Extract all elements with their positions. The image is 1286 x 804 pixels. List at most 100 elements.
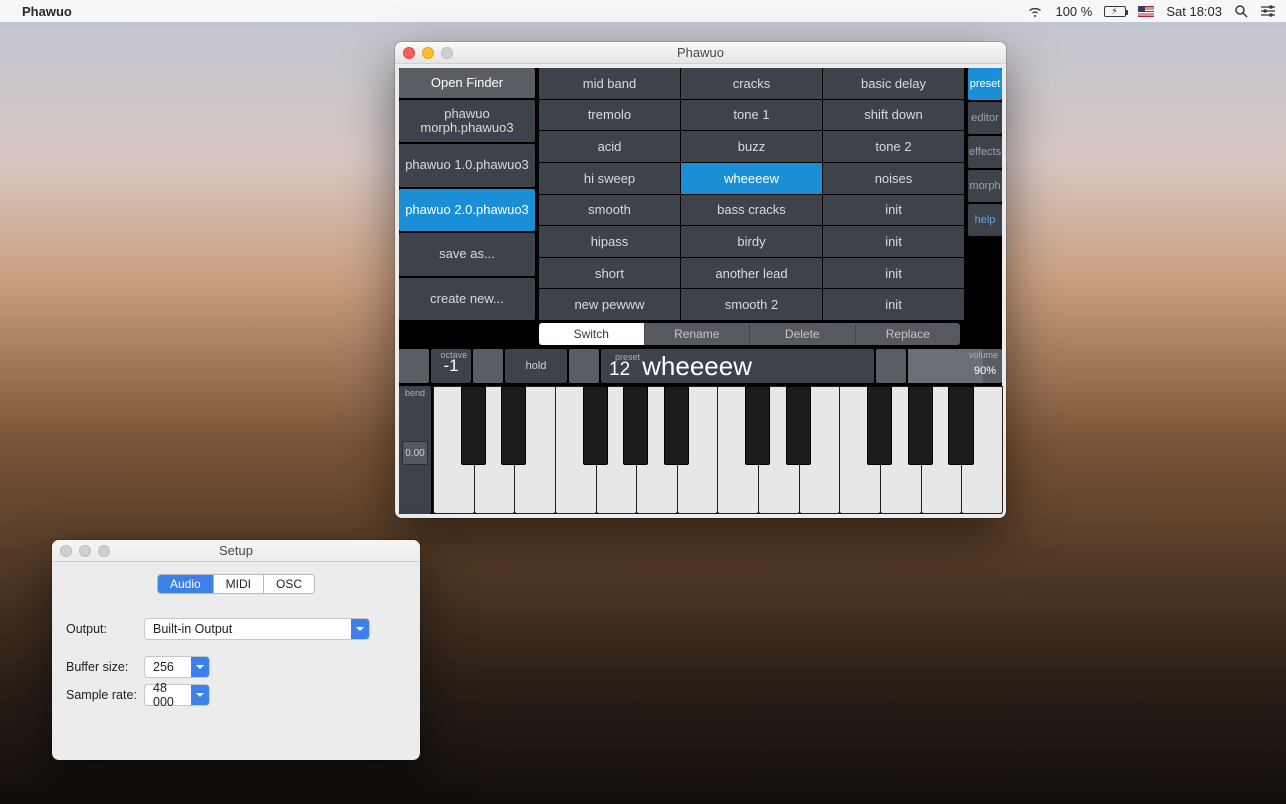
volume-slider[interactable]: volume 90% — [908, 349, 1002, 383]
preset-cell[interactable]: noises — [823, 163, 964, 194]
preset-cell[interactable]: cracks — [681, 68, 822, 99]
input-language-icon[interactable] — [1138, 6, 1154, 17]
open-finder-button[interactable]: Open Finder — [399, 68, 535, 98]
preset-next-button[interactable] — [876, 349, 906, 383]
zoom-icon — [441, 47, 453, 59]
sidebar-file[interactable]: phawuo 2.0.phawuo3 — [399, 189, 535, 231]
preset-cell[interactable]: acid — [539, 131, 680, 162]
delete-button[interactable]: Delete — [750, 323, 856, 345]
black-key[interactable] — [583, 386, 608, 465]
tab-morph[interactable]: morph — [968, 170, 1002, 202]
preset-cell[interactable]: wheeeew — [681, 163, 822, 194]
clock[interactable]: Sat 18:03 — [1166, 4, 1222, 19]
minimize-icon[interactable] — [422, 47, 434, 59]
preset-cell[interactable]: mid band — [539, 68, 680, 99]
preset-cell[interactable]: basic delay — [823, 68, 964, 99]
tab-editor[interactable]: editor — [968, 102, 1002, 134]
preset-cell[interactable]: init — [823, 195, 964, 226]
preset-display: preset 12 wheeeew — [601, 349, 874, 383]
black-key[interactable] — [461, 386, 486, 465]
file-sidebar: Open Finder phawuo morph.phawuo3 phawuo … — [399, 68, 535, 320]
volume-value: 90% — [974, 365, 996, 377]
pitch-bend-strip[interactable]: bend 0.00 — [399, 386, 431, 514]
black-key[interactable] — [867, 386, 892, 465]
switch-button[interactable]: Switch — [539, 323, 645, 345]
bend-value: 0.00 — [402, 441, 428, 465]
preset-cell[interactable]: bass cracks — [681, 195, 822, 226]
black-key[interactable] — [745, 386, 770, 465]
titlebar[interactable]: Phawuo — [395, 42, 1006, 64]
preset-cell[interactable]: short — [539, 258, 680, 289]
battery-percent: 100 % — [1055, 4, 1092, 19]
preset-cell[interactable]: hi sweep — [539, 163, 680, 194]
rename-button[interactable]: Rename — [645, 323, 751, 345]
buffer-size-select[interactable]: 256 — [144, 656, 210, 678]
chevron-down-icon — [351, 619, 369, 639]
black-key[interactable] — [501, 386, 526, 465]
macos-menubar: Phawuo 100 % ⚡︎ Sat 18:03 — [0, 0, 1286, 22]
preset-cell[interactable]: birdy — [681, 226, 822, 257]
app-menu[interactable]: Phawuo — [22, 4, 72, 19]
volume-label: volume — [969, 350, 998, 360]
control-strip: octave -1 hold preset 12 wheeeew volume … — [399, 349, 1002, 383]
tab-audio[interactable]: Audio — [158, 575, 214, 593]
zoom-icon — [98, 545, 110, 557]
preset-cell[interactable]: init — [823, 258, 964, 289]
octave-down-button[interactable] — [399, 349, 429, 383]
preset-cell[interactable]: smooth 2 — [681, 289, 822, 320]
black-key[interactable] — [623, 386, 648, 465]
spotlight-icon[interactable] — [1234, 4, 1248, 18]
preset-name: wheeeew — [642, 351, 752, 382]
close-icon[interactable] — [403, 47, 415, 59]
panel-tabs: preset editor effects morph help — [968, 68, 1002, 320]
create-new-button[interactable]: create new... — [399, 278, 535, 320]
wifi-icon[interactable] — [1027, 5, 1043, 17]
preset-cell[interactable]: tremolo — [539, 100, 680, 131]
tab-effects[interactable]: effects — [968, 136, 1002, 168]
piano-keyboard — [433, 386, 1002, 514]
tab-help[interactable]: help — [968, 204, 1002, 236]
preset-cell[interactable]: hipass — [539, 226, 680, 257]
preset-cell[interactable]: shift down — [823, 100, 964, 131]
preset-cell[interactable]: tone 1 — [681, 100, 822, 131]
octave-up-button[interactable] — [473, 349, 503, 383]
bend-label: bend — [399, 388, 431, 398]
tab-preset[interactable]: preset — [968, 68, 1002, 100]
preset-action-bar: Switch Rename Delete Replace — [539, 323, 960, 345]
setup-tabs: Audio MIDI OSC — [157, 574, 315, 594]
black-key[interactable] — [948, 386, 973, 465]
close-icon[interactable] — [60, 545, 72, 557]
black-key[interactable] — [908, 386, 933, 465]
preset-grid: mid bandcracksbasic delaytremolotone 1sh… — [539, 68, 964, 320]
octave-display: octave -1 — [431, 349, 471, 383]
sidebar-file[interactable]: phawuo 1.0.phawuo3 — [399, 144, 535, 186]
preset-cell[interactable]: new pewww — [539, 289, 680, 320]
control-center-icon[interactable] — [1260, 5, 1276, 17]
sidebar-file[interactable]: phawuo morph.phawuo3 — [399, 100, 535, 142]
buffer-label: Buffer size: — [66, 660, 144, 674]
preset-cell[interactable]: init — [823, 226, 964, 257]
chevron-down-icon — [191, 657, 209, 677]
minimize-icon — [79, 545, 91, 557]
hold-button[interactable]: hold — [505, 349, 567, 383]
preset-cell[interactable]: another lead — [681, 258, 822, 289]
output-select[interactable]: Built-in Output — [144, 618, 370, 640]
output-label: Output: — [66, 622, 144, 636]
sample-rate-select[interactable]: 48 000 — [144, 684, 210, 706]
replace-button[interactable]: Replace — [856, 323, 961, 345]
titlebar[interactable]: Setup — [52, 540, 420, 562]
preset-cell[interactable]: smooth — [539, 195, 680, 226]
phawuo-window: Phawuo Open Finder phawuo morph.phawuo3 … — [395, 42, 1006, 518]
black-key[interactable] — [664, 386, 689, 465]
black-key[interactable] — [786, 386, 811, 465]
tab-osc[interactable]: OSC — [264, 575, 314, 593]
preset-cell[interactable]: init — [823, 289, 964, 320]
sample-rate-label: Sample rate: — [66, 688, 144, 702]
tab-midi[interactable]: MIDI — [214, 575, 264, 593]
preset-prev-button[interactable] — [569, 349, 599, 383]
octave-label: octave — [440, 350, 467, 360]
save-as-button[interactable]: save as... — [399, 233, 535, 275]
battery-icon[interactable]: ⚡︎ — [1104, 6, 1126, 17]
preset-cell[interactable]: tone 2 — [823, 131, 964, 162]
preset-cell[interactable]: buzz — [681, 131, 822, 162]
